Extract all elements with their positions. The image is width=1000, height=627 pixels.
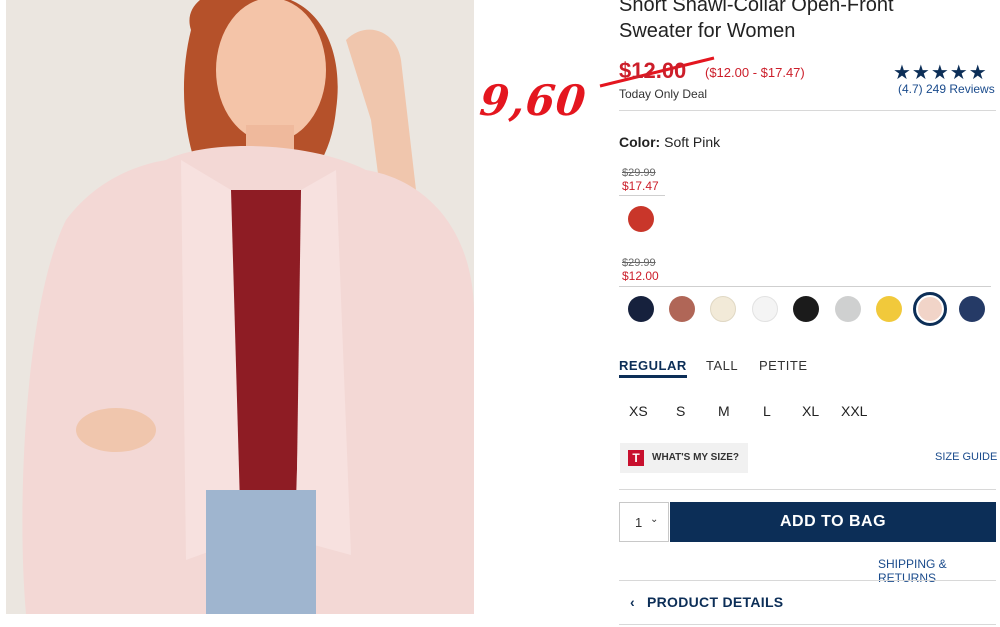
swatch-rust[interactable]: [669, 296, 695, 322]
group1-divider: [619, 195, 665, 196]
color-label-key: Color:: [619, 134, 661, 150]
price-annotation: 9,60: [477, 76, 589, 125]
swatch-red[interactable]: [628, 206, 654, 232]
swatch-dark-blue[interactable]: [959, 296, 985, 322]
swatch-yellow[interactable]: [876, 296, 902, 322]
size-m[interactable]: M: [718, 403, 730, 419]
swatch-cream[interactable]: [710, 296, 736, 322]
deal-label: Today Only Deal: [619, 87, 708, 101]
swatch-white[interactable]: [752, 296, 778, 322]
product-details-toggle[interactable]: ‹ PRODUCT DETAILS: [630, 594, 783, 610]
group2-divider: [619, 286, 991, 287]
reviews-link[interactable]: (4.7) 249 Reviews: [898, 82, 995, 96]
product-image: [6, 0, 474, 614]
model-illustration: [6, 0, 474, 614]
size-s[interactable]: S: [676, 403, 685, 419]
size-xl[interactable]: XL: [802, 403, 819, 419]
add-to-bag-button[interactable]: ADD TO BAG: [670, 502, 996, 542]
quantity-select[interactable]: 1 ⌄: [619, 502, 669, 542]
group2-old-price: $29.99: [622, 257, 656, 269]
tab-regular[interactable]: REGULAR: [619, 358, 687, 378]
sale-price: $12.00: [619, 58, 687, 83]
color-label-value: Soft Pink: [664, 134, 721, 150]
divider: [619, 489, 996, 490]
swatch-black[interactable]: [793, 296, 819, 322]
tab-petite[interactable]: PETITE: [759, 358, 808, 373]
size-xs[interactable]: XS: [629, 403, 648, 419]
swatch-soft-pink-selected[interactable]: [913, 292, 947, 326]
price-range: ($12.00 - $17.47): [705, 65, 805, 80]
size-xxl[interactable]: XXL: [841, 403, 867, 419]
size-l[interactable]: L: [763, 403, 771, 419]
color-label: Color: Soft Pink: [619, 134, 720, 150]
swatch-heather-gray[interactable]: [835, 296, 861, 322]
true-fit-icon: T: [628, 450, 644, 466]
swatch-navy[interactable]: [628, 296, 654, 322]
group1-sale-price: $17.47: [622, 179, 659, 193]
quantity-value: 1: [635, 515, 643, 530]
group1-old-price: $29.99: [622, 167, 656, 179]
divider: [619, 624, 996, 625]
divider: [619, 110, 996, 111]
group2-sale-price: $12.00: [622, 269, 659, 283]
chevron-down-icon: ⌄: [650, 514, 659, 525]
size-guide-link[interactable]: SIZE GUIDE: [935, 451, 997, 463]
whats-my-size-label: WHAT'S MY SIZE?: [652, 452, 740, 463]
product-title: Short Shawl-Collar Open-Front Sweater fo…: [619, 0, 894, 42]
product-details-label: PRODUCT DETAILS: [646, 594, 784, 610]
tab-tall[interactable]: TALL: [706, 358, 738, 373]
chevron-left-icon: ‹: [630, 594, 635, 610]
whats-my-size-button[interactable]: T WHAT'S MY SIZE?: [620, 443, 748, 473]
divider: [619, 580, 996, 581]
